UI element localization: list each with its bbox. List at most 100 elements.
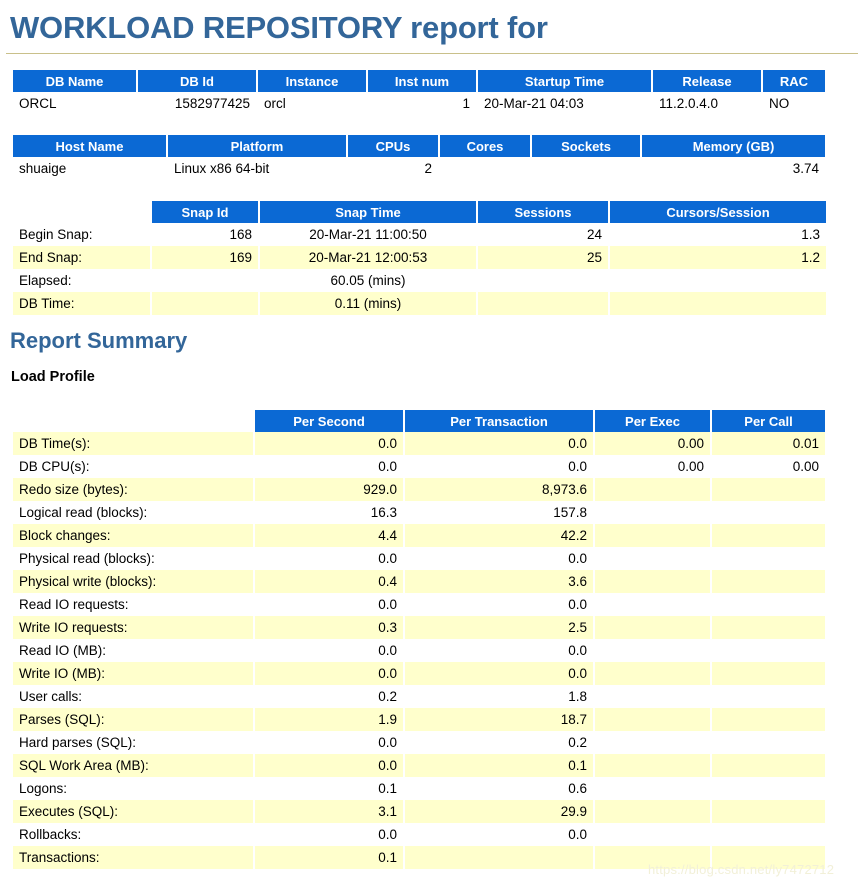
cell-cores xyxy=(438,157,532,180)
report-summary-heading: Report Summary xyxy=(10,328,188,353)
cell-per-second: 0.0 xyxy=(253,593,405,617)
cell-per-second: 0.0 xyxy=(253,455,405,479)
cell-per-exec xyxy=(593,685,712,709)
host-info-table-wrap: Host Name Platform CPUs Cores Sockets Me… xyxy=(0,135,864,180)
cell-per-transaction: 0.0 xyxy=(403,432,595,456)
cell-per-second: 0.0 xyxy=(253,662,405,686)
row-label-elapsed: Elapsed: xyxy=(11,269,152,292)
cell-sessions xyxy=(476,269,610,292)
cell-per-call xyxy=(710,846,827,870)
cell-per-transaction: 0.0 xyxy=(403,639,595,663)
cell-per-second: 0.0 xyxy=(253,754,405,778)
cell-per-call xyxy=(710,708,827,732)
load-profile-heading: Load Profile xyxy=(11,369,95,386)
table-row: Logons: 0.1 0.6 xyxy=(11,777,827,801)
cell-metric-label: SQL Work Area (MB): xyxy=(11,754,255,778)
cell-per-transaction: 0.2 xyxy=(403,731,595,755)
cell-sessions: 24 xyxy=(476,223,610,246)
table-row: SQL Work Area (MB): 0.0 0.1 xyxy=(11,754,827,778)
cell-per-call xyxy=(710,616,827,640)
db-info-table-wrap: DB Name DB Id Instance Inst num Startup … xyxy=(0,70,864,115)
cell-cursors-session xyxy=(608,292,828,315)
cell-per-call xyxy=(710,777,827,801)
cell-snap-id: 169 xyxy=(150,246,260,269)
cell-metric-label: Hard parses (SQL): xyxy=(11,731,255,755)
col-per-exec: Per Exec xyxy=(593,410,712,433)
col-startup-time: Startup Time xyxy=(476,70,653,92)
cell-sockets xyxy=(530,157,642,180)
cell-metric-label: Write IO requests: xyxy=(11,616,255,640)
cell-per-transaction: 8,973.6 xyxy=(403,478,595,502)
cell-per-second: 0.1 xyxy=(253,846,405,870)
load-profile-table: Per Second Per Transaction Per Exec Per … xyxy=(11,410,827,870)
table-row: DB Time: 0.11 (mins) xyxy=(11,292,828,315)
cell-metric-label: Block changes: xyxy=(11,524,255,548)
cell-per-call: 0.00 xyxy=(710,455,827,479)
cell-per-exec xyxy=(593,639,712,663)
cell-per-transaction: 29.9 xyxy=(403,800,595,824)
cell-metric-label: Read IO (MB): xyxy=(11,639,255,663)
cell-per-call xyxy=(710,478,827,502)
table-row: DB Time(s): 0.0 0.0 0.00 0.01 xyxy=(11,432,827,456)
col-cpus: CPUs xyxy=(346,135,440,157)
table-header-row: Per Second Per Transaction Per Exec Per … xyxy=(12,410,827,433)
cell-metric-label: DB Time(s): xyxy=(11,432,255,456)
cell-per-second: 929.0 xyxy=(253,478,405,502)
col-sockets: Sockets xyxy=(530,135,642,157)
col-inst-num: Inst num xyxy=(366,70,478,92)
table-row: End Snap: 169 20-Mar-21 12:00:53 25 1.2 xyxy=(11,246,828,269)
row-label-db-time: DB Time: xyxy=(11,292,152,315)
cell-per-transaction: 18.7 xyxy=(403,708,595,732)
cell-per-transaction: 0.1 xyxy=(403,754,595,778)
table-row: Block changes: 4.4 42.2 xyxy=(11,524,827,548)
cell-snap-id xyxy=(150,292,260,315)
cell-metric-label: Transactions: xyxy=(11,846,255,870)
table-row: Executes (SQL): 3.1 29.9 xyxy=(11,800,827,824)
col-per-second: Per Second xyxy=(253,410,405,433)
cell-per-call xyxy=(710,731,827,755)
cell-per-exec xyxy=(593,593,712,617)
cell-sessions: 25 xyxy=(476,246,610,269)
cell-per-call xyxy=(710,823,827,847)
db-info-table: DB Name DB Id Instance Inst num Startup … xyxy=(11,70,827,115)
cell-snap-time: 20-Mar-21 12:00:53 xyxy=(258,246,478,269)
table-row: Logical read (blocks): 16.3 157.8 xyxy=(11,501,827,525)
cell-per-second: 16.3 xyxy=(253,501,405,525)
col-per-call: Per Call xyxy=(710,410,827,433)
cell-per-transaction: 0.0 xyxy=(403,823,595,847)
host-info-table: Host Name Platform CPUs Cores Sockets Me… xyxy=(11,135,827,180)
cell-metric-label: Read IO requests: xyxy=(11,593,255,617)
row-label-begin-snap: Begin Snap: xyxy=(11,223,152,246)
table-row: Hard parses (SQL): 0.0 0.2 xyxy=(11,731,827,755)
cell-metric-label: Write IO (MB): xyxy=(11,662,255,686)
cell-db-id: 1582977425 xyxy=(136,92,258,115)
table-row: Physical read (blocks): 0.0 0.0 xyxy=(11,547,827,571)
cell-per-exec xyxy=(593,478,712,502)
cell-per-exec xyxy=(593,846,712,870)
cell-per-call xyxy=(710,547,827,571)
cell-metric-label: Redo size (bytes): xyxy=(11,478,255,502)
cell-db-name: ORCL xyxy=(11,92,138,115)
cell-per-transaction: 2.5 xyxy=(403,616,595,640)
cell-release: 11.2.0.4.0 xyxy=(651,92,763,115)
cell-cursors-session: 1.2 xyxy=(608,246,828,269)
cell-per-exec: 0.00 xyxy=(593,432,712,456)
table-row: Read IO (MB): 0.0 0.0 xyxy=(11,639,827,663)
cell-per-call xyxy=(710,662,827,686)
load-profile-body: DB Time(s): 0.0 0.0 0.00 0.01 DB CPU(s): 0.0 0.… xyxy=(11,432,827,870)
cell-per-exec xyxy=(593,708,712,732)
table-row: Parses (SQL): 1.9 18.7 xyxy=(11,708,827,732)
cell-startup-time: 20-Mar-21 04:03 xyxy=(476,92,653,115)
cell-per-exec xyxy=(593,524,712,548)
cell-per-second: 3.1 xyxy=(253,800,405,824)
cell-per-exec xyxy=(593,616,712,640)
table-header-row: DB Name DB Id Instance Inst num Startup … xyxy=(11,70,827,92)
cell-per-call xyxy=(710,639,827,663)
cell-per-exec xyxy=(593,570,712,594)
table-row: Read IO requests: 0.0 0.0 xyxy=(11,593,827,617)
cell-per-exec xyxy=(593,731,712,755)
cell-per-second: 0.0 xyxy=(253,432,405,456)
